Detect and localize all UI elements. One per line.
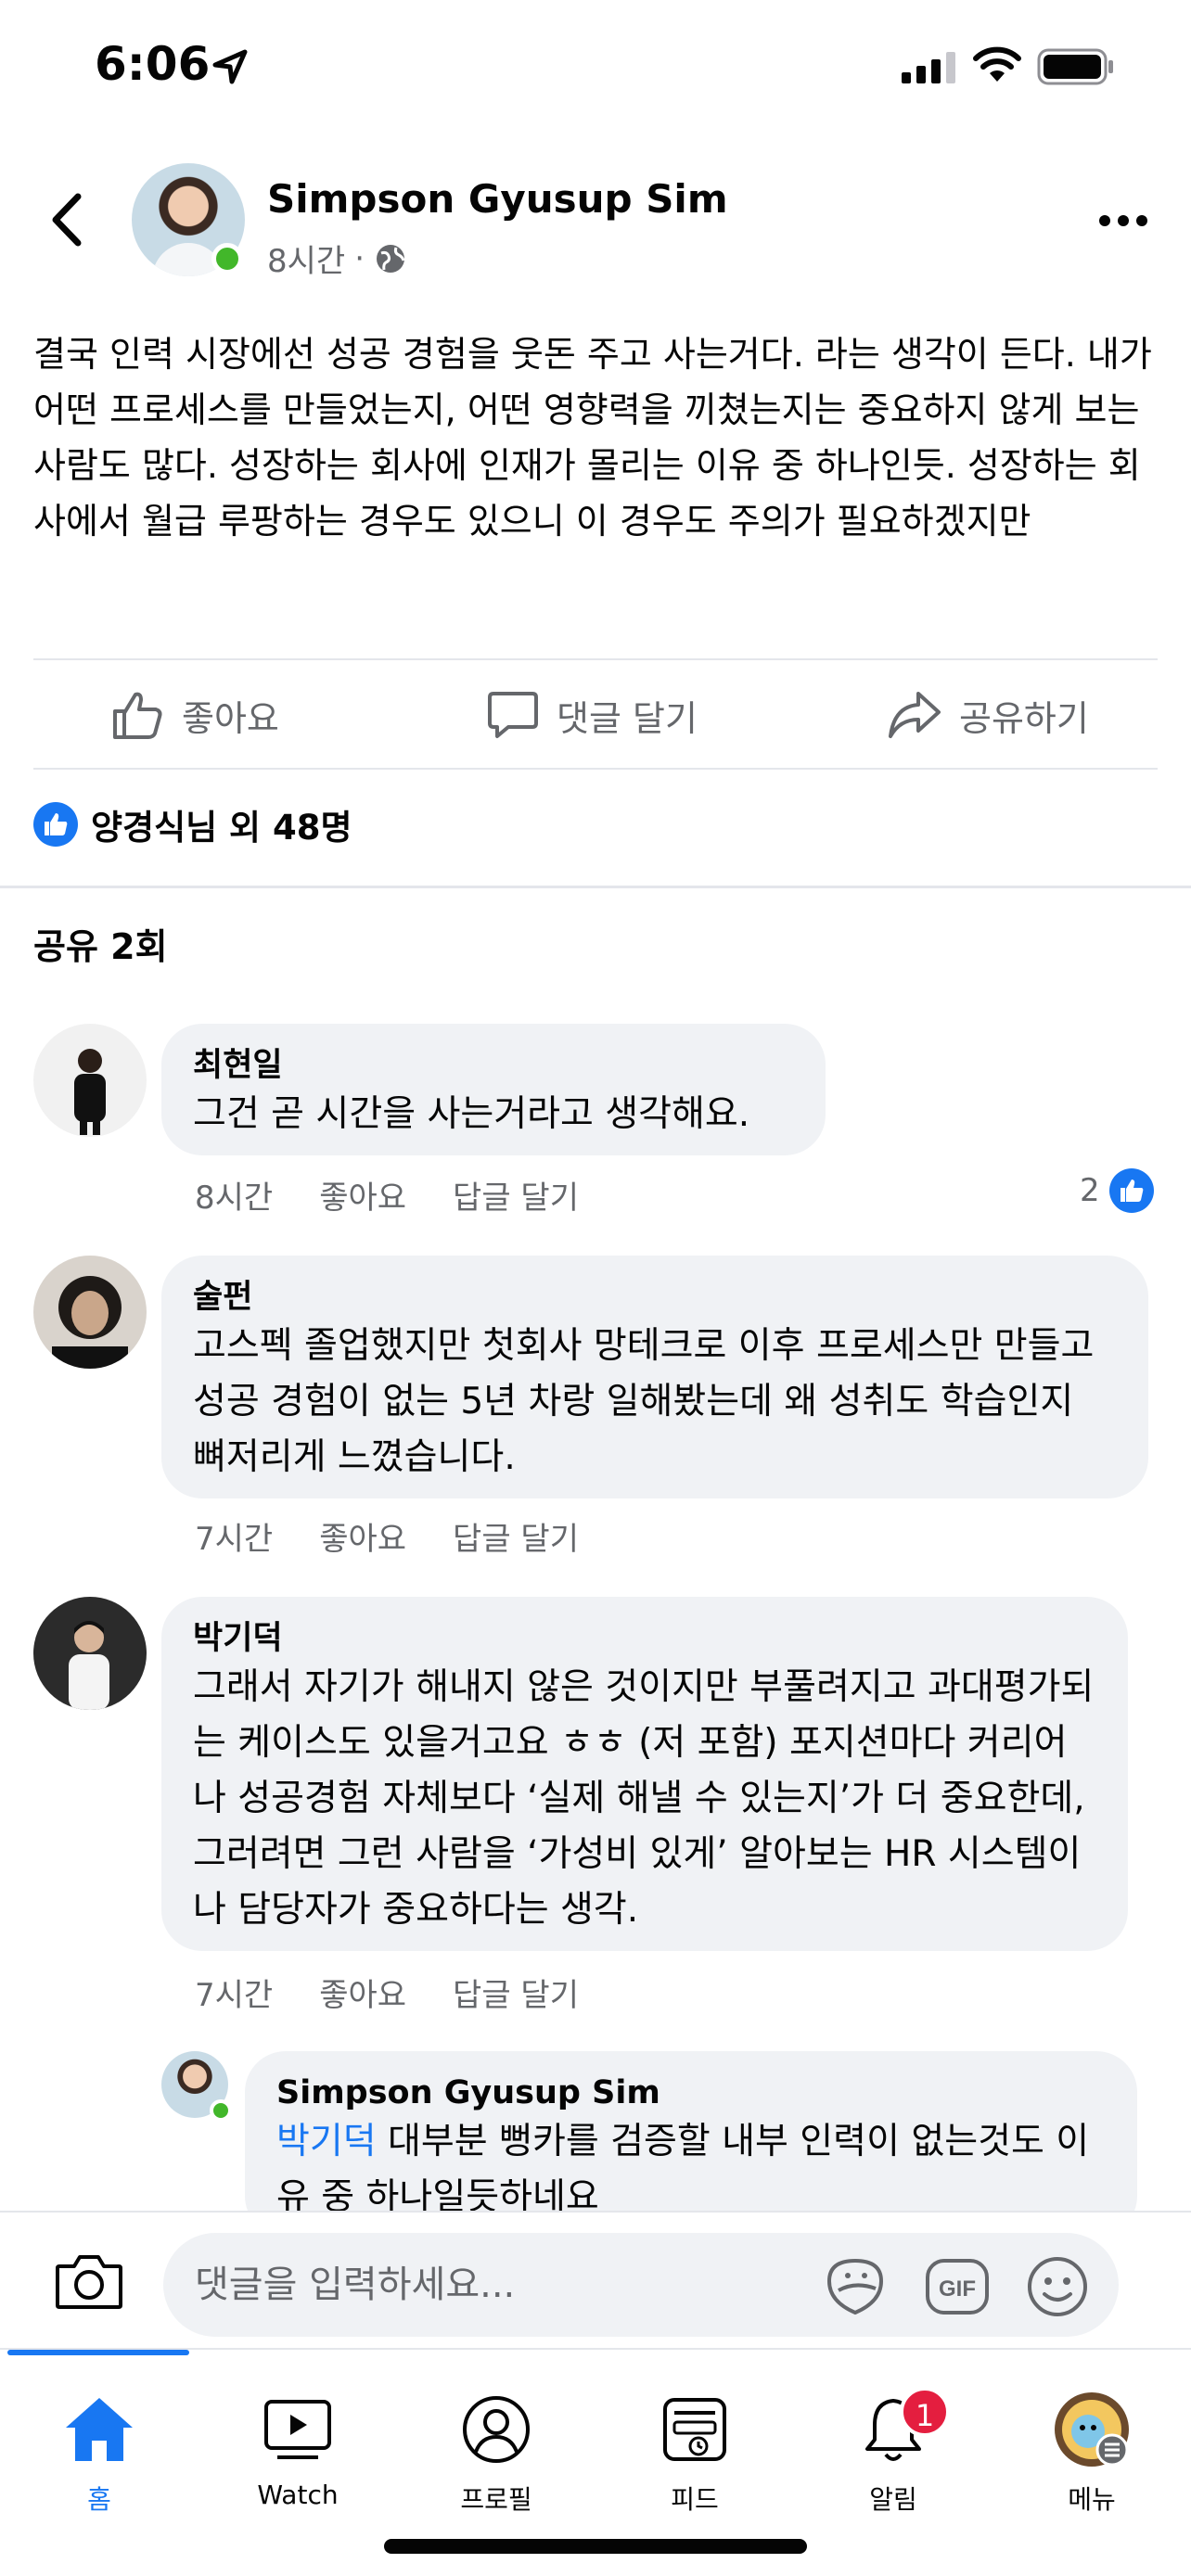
post-author-name[interactable]: Simpson Gyusup Sim (267, 176, 728, 222)
reply-author-name[interactable]: Simpson Gyusup Sim (276, 2072, 1106, 2114)
svg-text:GIF: GIF (939, 2276, 976, 2302)
home-icon (66, 2398, 133, 2461)
post-body-text: 결국 인력 시장에선 성공 경험을 웃돈 주고 사는거다. 라는 생각이 든다.… (33, 334, 1152, 542)
comment-label: 댓글 달기 (557, 697, 698, 739)
commenter-name[interactable]: 술펀 (193, 1276, 1117, 1319)
reply-bubble[interactable]: Simpson Gyusup Sim 박기덕 대부분 뻥카를 검증할 내부 인력… (245, 2051, 1137, 2237)
emoji-icon[interactable] (1024, 2253, 1091, 2320)
globe-icon (377, 244, 405, 273)
comment-meta: 7시간 좋아요 답글 달기 (195, 1970, 579, 2015)
share-arrow-icon (889, 692, 941, 738)
back-chevron-icon[interactable] (46, 189, 87, 250)
menu-avatar-icon (1055, 2392, 1129, 2467)
post-action-bar: 좋아요 댓글 달기 공유하기 (0, 660, 1191, 770)
comment-meta: 7시간 좋아요 답글 달기 (195, 1513, 579, 1559)
home-indicator (384, 2539, 807, 2554)
comment-reply-button[interactable]: 답글 달기 (453, 1172, 579, 1218)
tab-menu[interactable]: 메뉴 (1013, 2387, 1171, 2526)
notification-badge: 1 (900, 2387, 950, 2437)
divider (33, 768, 1158, 770)
watch-icon (264, 2400, 331, 2459)
reply-body: 대부분 뻥카를 검증할 내부 인력이 없는것도 이유 중 하나일듯하네요 (276, 2121, 1090, 2218)
more-options-icon[interactable] (1098, 213, 1148, 228)
like-label: 좋아요 (182, 697, 279, 739)
comment-bubble[interactable]: 최현일 그건 곧 시간을 사는거라고 생각해요. (161, 1024, 826, 1155)
camera-icon[interactable] (54, 2250, 124, 2313)
tab-label: 홈 (87, 2484, 111, 2515)
reaction-summary-text: 양경식님 외 48명 (91, 808, 352, 848)
tab-feed[interactable]: 피드 (616, 2387, 774, 2526)
comment-reaction-count[interactable]: 2 (1080, 1168, 1154, 1213)
thumbs-up-icon (113, 692, 162, 739)
tab-watch[interactable]: Watch (219, 2387, 377, 2526)
tab-label: 알림 (869, 2484, 917, 2515)
post-meta: 8시간 · (267, 236, 407, 281)
like-reaction-icon (33, 802, 78, 847)
comment-like-button[interactable]: 좋아요 (319, 1970, 406, 2015)
active-tab-indicator (7, 2350, 189, 2355)
tab-home[interactable]: 홈 (20, 2387, 178, 2526)
comment-text: 그래서 자기가 해내지 않은 것이지만 부풀려지고 과대평가되는 케이스도 있을… (193, 1666, 1095, 1931)
share-label: 공유하기 (959, 697, 1089, 739)
tab-label: 프로필 (460, 2484, 532, 2515)
commenter-avatar[interactable] (33, 1256, 147, 1369)
online-status-dot (211, 243, 243, 274)
comment-bubble-icon (488, 692, 538, 738)
comment-input-bar: 댓글을 입력하세요... GIF (0, 2211, 1191, 2348)
like-button[interactable]: 좋아요 (109, 660, 279, 770)
comment-like-button[interactable]: 좋아요 (319, 1513, 406, 1559)
share-count[interactable]: 공유 2회 (33, 918, 168, 969)
comment-time: 8시간 (195, 1180, 274, 1217)
battery-icon (1037, 48, 1113, 85)
wifi-icon (973, 46, 1021, 82)
comment-text: 그건 곧 시간을 사는거라고 생각해요. (193, 1093, 750, 1135)
location-arrow-icon (212, 49, 248, 84)
comment-time: 7시간 (195, 1521, 274, 1558)
comment-like-button[interactable]: 좋아요 (319, 1172, 406, 1218)
comment-text: 고스펙 졸업했지만 첫회사 망테크로 이후 프로세스만 만들고 성공 경험이 없… (193, 1325, 1095, 1478)
reaction-count-number: 2 (1080, 1172, 1100, 1209)
reply-text: 박기덕 대부분 뻥카를 검증할 내부 인력이 없는것도 이유 중 하나일듯하네요 (276, 2114, 1106, 2225)
tab-label: Watch (257, 2480, 339, 2510)
comment-reply-button[interactable]: 답글 달기 (453, 1513, 579, 1559)
commenter-avatar[interactable] (33, 1597, 147, 1710)
comment-time: 7시간 (195, 1977, 274, 2014)
profile-icon (463, 2396, 530, 2463)
comment-meta: 8시간 좋아요 답글 달기 (195, 1172, 579, 1218)
comment-bubble[interactable]: 박기덕 그래서 자기가 해내지 않은 것이지만 부풀려지고 과대평가되는 케이스… (161, 1597, 1128, 1951)
tab-label: 피드 (671, 2484, 719, 2515)
comment-reply-button[interactable]: 답글 달기 (453, 1970, 579, 2015)
sticker-icon[interactable] (822, 2253, 889, 2320)
share-button[interactable]: 공유하기 (887, 660, 1089, 770)
comment-button[interactable]: 댓글 달기 (486, 660, 698, 770)
status-time: 6:06 (95, 37, 211, 91)
online-status-dot (210, 2099, 232, 2122)
mention-link[interactable]: 박기덕 (276, 2121, 377, 2162)
gif-icon[interactable]: GIF (924, 2255, 991, 2318)
status-bar: 6:06 (0, 0, 1191, 130)
meta-separator: · (354, 239, 365, 277)
tab-label: 메뉴 (1068, 2484, 1116, 2515)
reaction-summary[interactable]: 양경식님 외 48명 (33, 799, 352, 849)
comment-bubble[interactable]: 술펀 고스펙 졸업했지만 첫회사 망테크로 이후 프로세스만 만들고 성공 경험… (161, 1256, 1148, 1498)
commenter-name[interactable]: 최현일 (193, 1044, 794, 1087)
signal-icon (902, 52, 955, 83)
tab-profile[interactable]: 프로필 (417, 2387, 575, 2526)
tab-notifications[interactable]: 1 알림 (814, 2387, 972, 2526)
commenter-avatar[interactable] (33, 1024, 147, 1137)
post-time[interactable]: 8시간 (267, 236, 345, 281)
like-reaction-icon (1108, 1168, 1154, 1213)
section-separator (0, 886, 1191, 888)
commenter-name[interactable]: 박기덕 (193, 1617, 1096, 1660)
feed-icon (663, 2398, 726, 2461)
